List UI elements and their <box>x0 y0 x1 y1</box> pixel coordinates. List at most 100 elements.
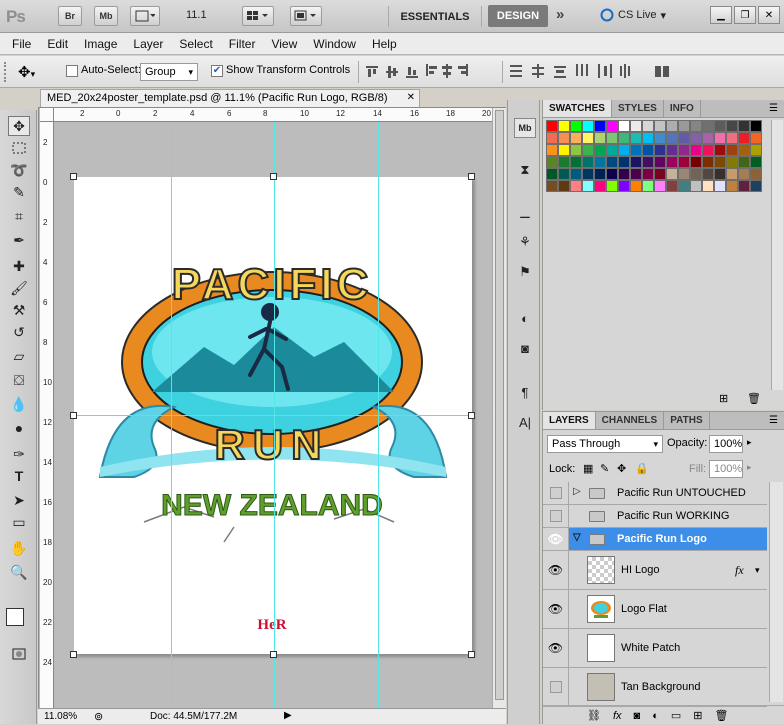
layer-row[interactable]: 👁 Logo Flat <box>543 590 767 629</box>
color-swatch[interactable] <box>726 120 738 132</box>
move-tool-icon[interactable]: ✥ <box>8 116 30 136</box>
workspace-essentials[interactable]: ESSENTIALS <box>388 6 482 27</box>
color-swatch[interactable] <box>666 144 678 156</box>
menu-window[interactable]: Window <box>305 37 364 51</box>
quick-selection-tool-icon[interactable]: ✎ <box>8 182 30 202</box>
fill-input[interactable]: 100% <box>709 460 743 478</box>
transform-handle[interactable] <box>468 412 475 419</box>
color-swatch[interactable] <box>546 168 558 180</box>
history-icon[interactable]: ⧗ <box>514 160 536 180</box>
screen-mode-button[interactable] <box>290 6 322 26</box>
color-swatch[interactable] <box>714 120 726 132</box>
chevron-down-icon[interactable]: ▾ <box>755 565 760 576</box>
quick-mask-icon[interactable] <box>8 644 30 664</box>
color-swatch[interactable] <box>738 180 750 192</box>
adjustments-icon[interactable]: ◐ <box>514 308 536 328</box>
color-swatch[interactable] <box>690 156 702 168</box>
opacity-slider-arrow-icon[interactable]: ▸ <box>747 437 752 448</box>
eraser-tool-icon[interactable]: ▱ <box>8 346 30 366</box>
color-swatch[interactable] <box>582 120 594 132</box>
color-swatch[interactable] <box>570 168 582 180</box>
opacity-input[interactable]: 100% <box>709 435 743 453</box>
color-swatch[interactable] <box>582 156 594 168</box>
workspace-design[interactable]: DESIGN <box>488 5 548 27</box>
color-swatch[interactable] <box>546 156 558 168</box>
color-swatch[interactable] <box>678 156 690 168</box>
visibility-toggle[interactable] <box>543 505 569 527</box>
ruler-origin[interactable] <box>40 108 54 122</box>
collapse-group-icon[interactable]: ▽ <box>573 532 581 543</box>
color-swatch[interactable] <box>630 156 642 168</box>
document-tab[interactable]: MED_20x24poster_template.psd @ 11.1% (Pa… <box>40 89 420 107</box>
color-swatch[interactable] <box>666 180 678 192</box>
color-swatch[interactable] <box>546 132 558 144</box>
color-swatch[interactable] <box>618 144 630 156</box>
color-swatch[interactable] <box>618 120 630 132</box>
tab-layers[interactable]: LAYERS <box>543 412 596 429</box>
auto-select-target-dropdown[interactable]: Group ▾ <box>140 63 198 81</box>
color-swatch[interactable] <box>714 132 726 144</box>
zoom-tool-icon[interactable]: 🔍 <box>8 562 30 582</box>
brush-tool-icon[interactable]: 🖌 <box>8 278 30 298</box>
auto-select-checkbox[interactable] <box>66 65 78 77</box>
color-swatch[interactable] <box>558 132 570 144</box>
color-swatch[interactable] <box>750 180 762 192</box>
color-swatch[interactable] <box>738 132 750 144</box>
vertical-scrollbar[interactable] <box>492 108 506 708</box>
color-swatch[interactable] <box>666 120 678 132</box>
lock-all-icon[interactable]: 🔒 <box>635 462 649 475</box>
color-swatch[interactable] <box>750 156 762 168</box>
new-group-icon[interactable]: ▭ <box>671 709 681 722</box>
foreground-color-swatch[interactable] <box>6 608 24 626</box>
auto-align-layers-icon[interactable] <box>654 64 672 80</box>
color-swatch[interactable] <box>642 132 654 144</box>
clone-stamp-tool-icon[interactable]: ⚒ <box>8 300 30 320</box>
color-swatch[interactable] <box>630 180 642 192</box>
color-swatch[interactable] <box>582 168 594 180</box>
color-swatch[interactable] <box>726 132 738 144</box>
layer-row[interactable]: 👁 HI Logo fx ▾ <box>543 551 767 590</box>
color-swatch[interactable] <box>594 144 606 156</box>
scroll-thumb[interactable] <box>495 110 504 700</box>
color-swatch[interactable] <box>642 144 654 156</box>
color-swatch[interactable] <box>654 156 666 168</box>
color-swatch[interactable] <box>654 180 666 192</box>
move-tool-preset-icon[interactable]: ✥▾ <box>18 63 35 81</box>
character-icon[interactable]: A| <box>514 412 536 432</box>
swatches-scrollbar[interactable] <box>771 120 783 390</box>
view-extras-button[interactable] <box>130 6 160 26</box>
color-swatch[interactable] <box>606 168 618 180</box>
clone-source-icon[interactable]: ⚘ <box>514 232 536 252</box>
color-swatch[interactable] <box>606 132 618 144</box>
color-swatch[interactable] <box>738 120 750 132</box>
color-swatch[interactable] <box>558 156 570 168</box>
tab-paths[interactable]: PATHS <box>664 412 710 429</box>
eye-icon[interactable]: 👁 <box>543 528 569 550</box>
color-swatch[interactable] <box>690 168 702 180</box>
layer-style-icon[interactable]: fx <box>613 710 622 722</box>
horizontal-ruler[interactable]: 4202468101214161820 <box>40 108 492 122</box>
guide-horizontal[interactable] <box>55 415 492 416</box>
color-swatch[interactable] <box>702 144 714 156</box>
dodge-tool-icon[interactable]: ● <box>8 418 30 438</box>
color-swatch[interactable] <box>666 132 678 144</box>
color-swatch[interactable] <box>690 144 702 156</box>
tool-presets-icon[interactable]: ⚑ <box>514 262 536 282</box>
menu-image[interactable]: Image <box>76 37 125 51</box>
menu-select[interactable]: Select <box>171 37 220 51</box>
marquee-tool-icon[interactable] <box>8 138 30 158</box>
color-swatch[interactable] <box>606 180 618 192</box>
tab-channels[interactable]: CHANNELS <box>596 412 665 429</box>
mini-bridge-button[interactable]: Mb <box>94 6 118 26</box>
blend-mode-dropdown[interactable]: Pass Through ▾ <box>547 435 663 453</box>
distribute-icons[interactable] <box>510 64 640 80</box>
bridge-button[interactable]: Br <box>58 6 82 26</box>
color-swatch[interactable] <box>738 156 750 168</box>
layer-row[interactable]: 👁 ▽ Pacific Run Logo <box>543 528 767 551</box>
color-swatch[interactable] <box>666 156 678 168</box>
color-swatch[interactable] <box>738 144 750 156</box>
color-swatch[interactable] <box>618 168 630 180</box>
color-swatch[interactable] <box>666 168 678 180</box>
menu-edit[interactable]: Edit <box>39 37 76 51</box>
color-swatch[interactable] <box>570 144 582 156</box>
